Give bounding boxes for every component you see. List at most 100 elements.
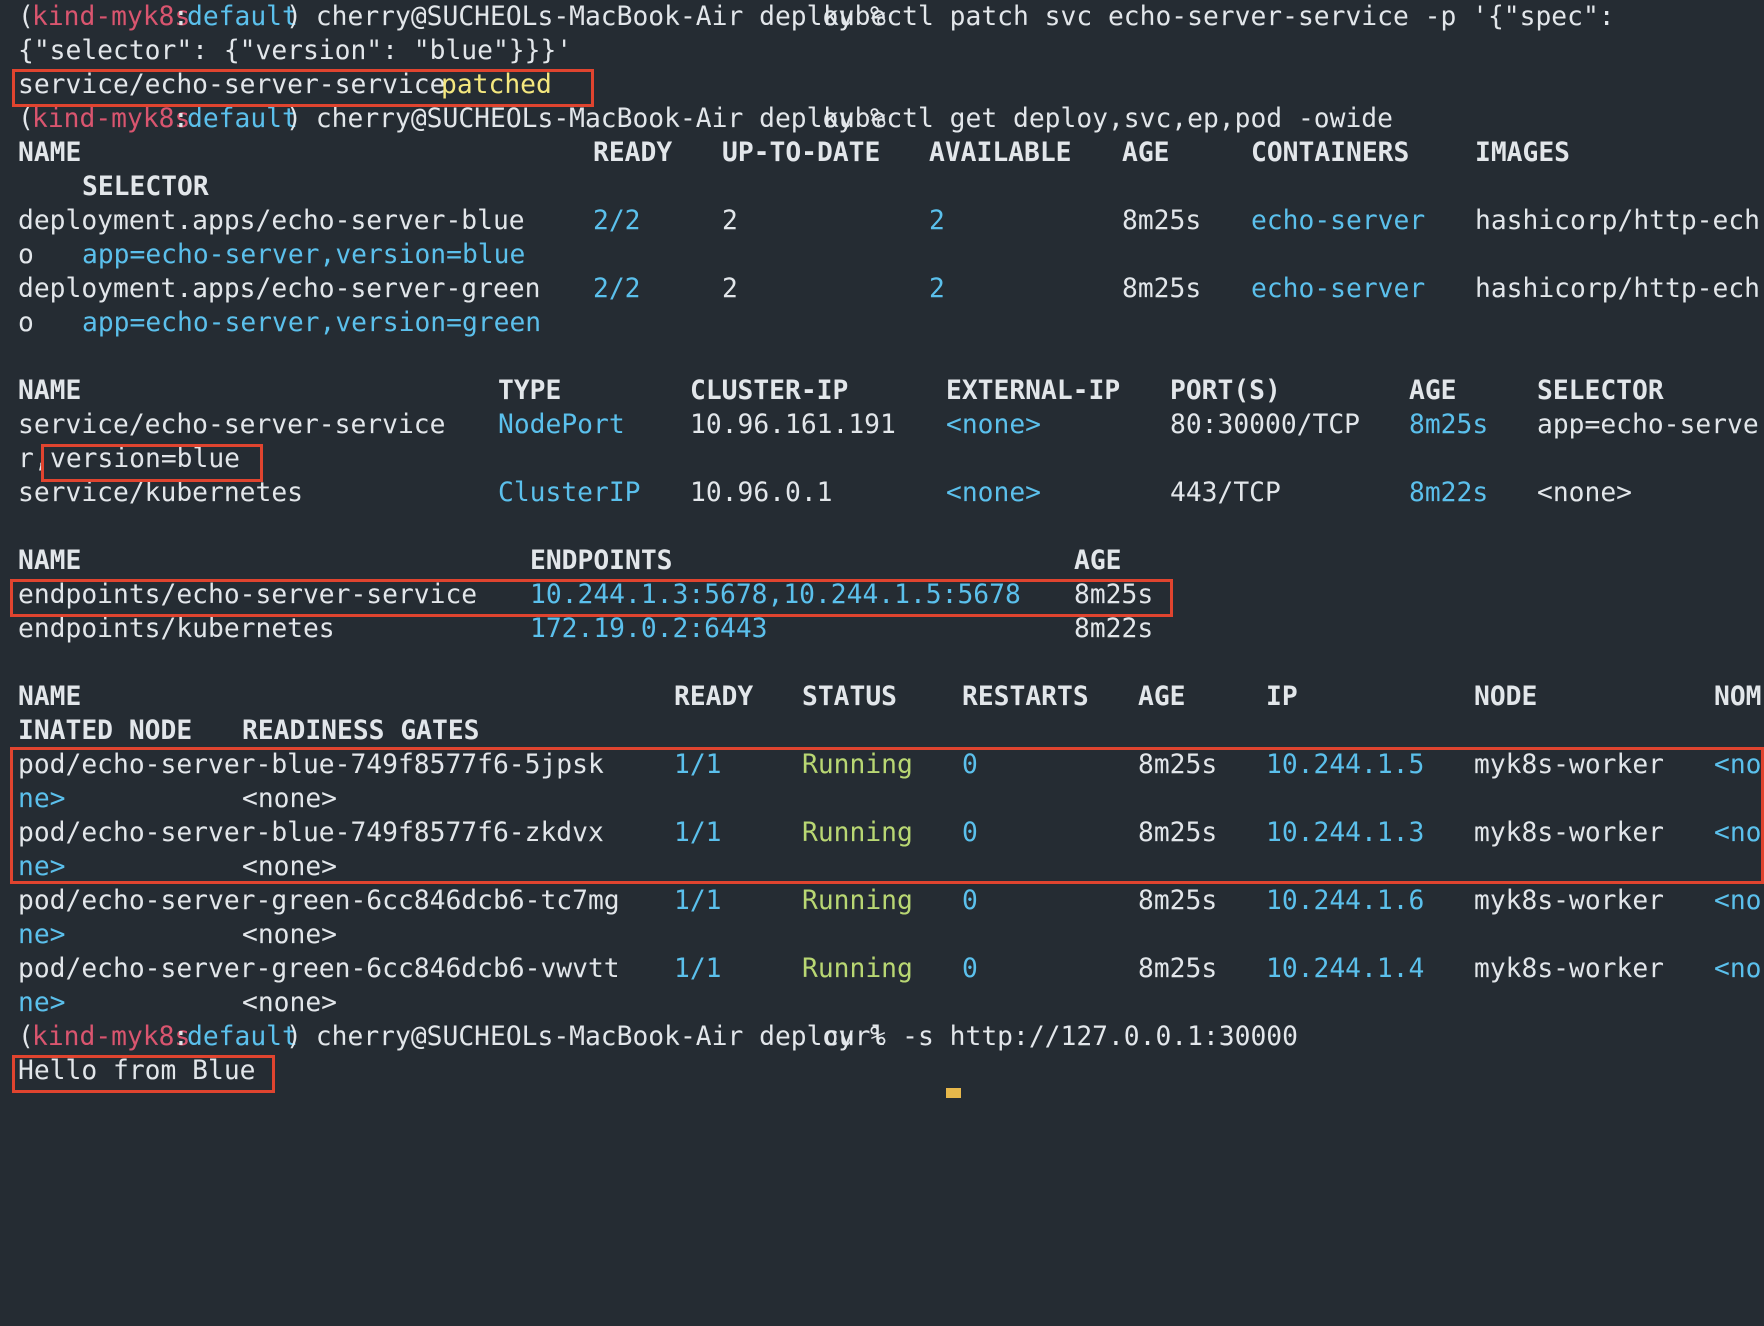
- pod-nominated: <no: [1714, 954, 1762, 984]
- pod-readiness: <none>: [242, 988, 337, 1018]
- prompt-line-curl: ( kind-myk8s : default ) cherry@SUCHEOLs…: [18, 1020, 1298, 1054]
- command-patch-continued: {"selector": {"version": "blue"}}}': [18, 34, 572, 68]
- pod-header-name: NAME: [18, 682, 82, 712]
- table-row-wrap: o app=echo-server,version=green: [18, 306, 541, 340]
- deploy-selector: app=echo-server,version=green: [82, 308, 542, 338]
- table-row-wrap: ne> <none>: [18, 918, 337, 952]
- deploy-containers: echo-server: [1251, 206, 1426, 236]
- svc-header-selector: SELECTOR: [1537, 376, 1664, 406]
- deploy-header-wrap: SELECTOR: [18, 170, 209, 204]
- table-row-wrap: o app=echo-server,version=blue: [18, 238, 525, 272]
- pod-status: Running: [802, 954, 913, 984]
- svc-selector: <none>: [1537, 478, 1632, 508]
- command-patch: kubectl patch svc echo-server-service -p…: [823, 2, 1615, 32]
- table-row: pod/echo-server-green-6cc846dcb6-vwvtt 1…: [18, 952, 1762, 986]
- pod-header-readiness: READINESS GATES: [242, 716, 480, 746]
- deploy-header-name: NAME: [18, 138, 82, 168]
- terminal-window[interactable]: ( kind-myk8s : default ) cherry@SUCHEOLs…: [0, 0, 1764, 1098]
- deploy-uptodate: 2: [722, 274, 738, 304]
- pod-name: pod/echo-server-green-6cc846dcb6-vwvtt: [18, 954, 620, 984]
- deploy-name: deployment.apps/echo-server-blue: [18, 206, 525, 236]
- prompt-line-get: ( kind-myk8s : default ) cherry@SUCHEOLs…: [18, 102, 1393, 136]
- svc-external-ip: <none>: [946, 410, 1041, 440]
- prompt-user-dir: cherry@SUCHEOLs-MacBook-Air deploy %: [300, 1022, 902, 1052]
- pod-nominated: <no: [1714, 886, 1762, 916]
- highlight-svc-selector: [41, 444, 263, 482]
- prompt-context: kind-myk8s: [32, 1022, 191, 1052]
- prompt-user-dir: cherry@SUCHEOLs-MacBook-Air deploy %: [300, 2, 902, 32]
- prompt-namespace: default: [187, 1022, 298, 1052]
- deploy-header-images: IMAGES: [1475, 138, 1570, 168]
- pod-header-wrap: INATED NODE READINESS GATES: [18, 714, 479, 748]
- prompt-user-dir: cherry@SUCHEOLs-MacBook-Air deploy %: [300, 104, 902, 134]
- deploy-available: 2: [929, 274, 945, 304]
- deploy-uptodate: 2: [722, 206, 738, 236]
- pod-ip: 10.244.1.4: [1266, 954, 1425, 984]
- svc-ports: 443/TCP: [1170, 478, 1281, 508]
- deploy-header-uptodate: UP-TO-DATE: [722, 138, 881, 168]
- svc-header-ports: PORT(S): [1170, 376, 1281, 406]
- deploy-ready: 2/2: [593, 206, 641, 236]
- pod-status: Running: [802, 886, 913, 916]
- svc-header-name: NAME: [18, 376, 82, 406]
- deploy-containers: echo-server: [1251, 274, 1426, 304]
- deploy-images-wrap: o: [18, 308, 34, 338]
- pod-node: myk8s-worker: [1474, 886, 1664, 916]
- ep-header-age: AGE: [1074, 546, 1122, 576]
- svc-header-type: TYPE: [498, 376, 562, 406]
- pod-nominated-wrap: ne>: [18, 988, 66, 1018]
- ep-name: endpoints/kubernetes: [18, 614, 335, 644]
- deploy-images: hashicorp/http-ech: [1475, 274, 1760, 304]
- pod-readiness: <none>: [242, 920, 337, 950]
- ep-age: 8m22s: [1074, 614, 1154, 644]
- pod-age: 8m25s: [1138, 954, 1218, 984]
- svc-header-cluster-ip: CLUSTER-IP: [690, 376, 849, 406]
- pod-node: myk8s-worker: [1474, 954, 1664, 984]
- command-curl: curl -s http://127.0.0.1:30000: [823, 1022, 1298, 1052]
- pod-name: pod/echo-server-green-6cc846dcb6-tc7mg: [18, 886, 620, 916]
- svc-cluster-ip: 10.96.161.191: [690, 410, 896, 440]
- pod-ready: 1/1: [674, 954, 722, 984]
- pod-header-nominated-wrap: INATED NODE: [18, 716, 193, 746]
- prompt-namespace: default: [187, 2, 298, 32]
- deploy-name: deployment.apps/echo-server-green: [18, 274, 541, 304]
- pod-header-ip: IP: [1266, 682, 1298, 712]
- pod-header-ready: READY: [674, 682, 754, 712]
- deploy-header-available: AVAILABLE: [929, 138, 1072, 168]
- command-get: kubectl get deploy,svc,ep,pod -owide: [823, 104, 1393, 134]
- svc-ports: 80:30000/TCP: [1170, 410, 1360, 440]
- prompt-context: kind-myk8s: [32, 104, 191, 134]
- pod-restarts: 0: [962, 886, 978, 916]
- pod-header: NAME READY STATUS RESTARTS AGE IP NODE N…: [18, 680, 1762, 714]
- deploy-header: NAME READY UP-TO-DATE AVAILABLE AGE CONT…: [18, 136, 1570, 170]
- svc-age: 8m22s: [1409, 478, 1489, 508]
- deploy-header-selector: SELECTOR: [82, 172, 209, 202]
- table-row: deployment.apps/echo-server-blue 2/2 2 2…: [18, 204, 1760, 238]
- pod-ip: 10.244.1.6: [1266, 886, 1425, 916]
- deploy-age: 8m25s: [1122, 206, 1202, 236]
- prompt-namespace: default: [187, 104, 298, 134]
- highlight-blue-pods: [10, 747, 1764, 884]
- deploy-age: 8m25s: [1122, 274, 1202, 304]
- highlight-curl-output: [12, 1055, 275, 1093]
- svc-external-ip: <none>: [946, 478, 1041, 508]
- svc-age: 8m25s: [1409, 410, 1489, 440]
- table-row: deployment.apps/echo-server-green 2/2 2 …: [18, 272, 1760, 306]
- svc-header-external-ip: EXTERNAL-IP: [946, 376, 1121, 406]
- pod-header-nominated: NOM: [1714, 682, 1762, 712]
- pod-ready: 1/1: [674, 886, 722, 916]
- svc-type: NodePort: [498, 410, 625, 440]
- command-patch-line2: {"selector": {"version": "blue"}}}': [18, 36, 573, 66]
- table-row: pod/echo-server-green-6cc846dcb6-tc7mg 1…: [18, 884, 1762, 918]
- prompt-context: kind-myk8s: [32, 2, 191, 32]
- svc-header: NAME TYPE CLUSTER-IP EXTERNAL-IP PORT(S)…: [18, 374, 1664, 408]
- ep-header: NAME ENDPOINTS AGE: [18, 544, 1122, 578]
- pod-header-status: STATUS: [802, 682, 897, 712]
- pod-restarts: 0: [962, 954, 978, 984]
- deploy-header-ready: READY: [593, 138, 673, 168]
- ep-header-endpoints: ENDPOINTS: [530, 546, 673, 576]
- terminal-cursor: [946, 1088, 961, 1098]
- pod-nominated-wrap: ne>: [18, 920, 66, 950]
- svc-type: ClusterIP: [498, 478, 641, 508]
- table-row: service/echo-server-service NodePort 10.…: [18, 408, 1759, 442]
